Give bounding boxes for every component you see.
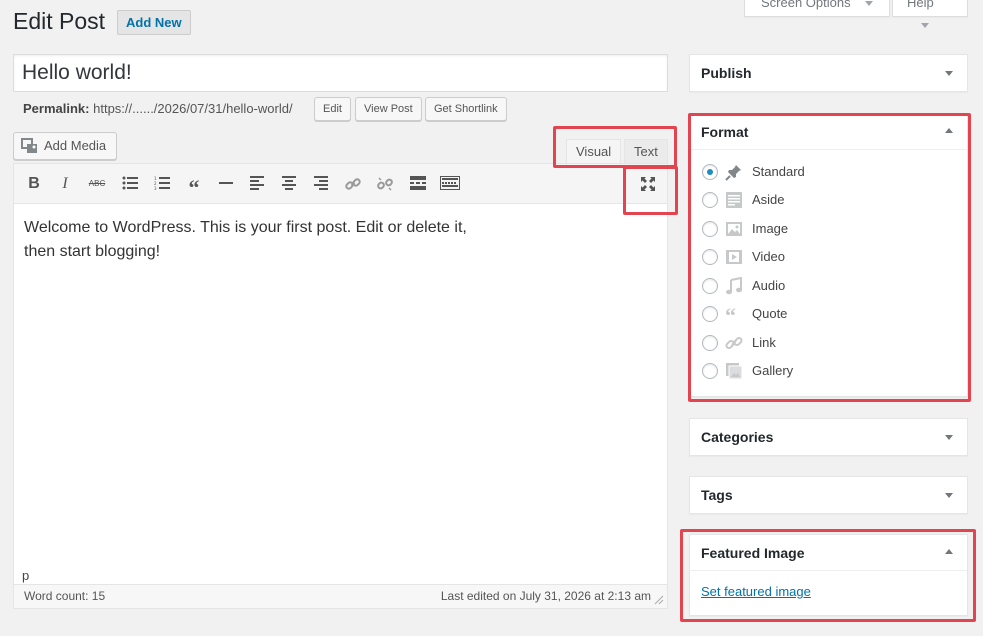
- last-edited: Last edited on July 31, 2026 at 2:13 am: [440, 589, 651, 603]
- format-label: Image: [752, 221, 789, 236]
- format-label: Aside: [752, 192, 785, 207]
- publish-heading[interactable]: Publish: [690, 55, 967, 91]
- image-icon: [726, 222, 742, 236]
- unlink-icon[interactable]: [374, 173, 396, 195]
- add-media-icon: [21, 138, 37, 153]
- format-label: Standard: [752, 164, 805, 179]
- permalink: Permalink: https://....../2026/07/31/hel…: [23, 100, 293, 118]
- get-shortlink-button[interactable]: Get Shortlink: [425, 97, 507, 121]
- aside-icon: [726, 192, 742, 208]
- featured-image-box: Featured Image Set featured image: [689, 534, 968, 616]
- set-featured-image-label: Set featured image: [701, 584, 811, 599]
- post-title-input[interactable]: Hello world!: [13, 54, 668, 92]
- categories-box[interactable]: Categories: [689, 418, 968, 456]
- numbered-list-icon[interactable]: 123: [151, 173, 173, 195]
- radio-button[interactable]: [702, 306, 718, 322]
- radio-button[interactable]: [702, 249, 718, 265]
- align-right-icon[interactable]: [310, 173, 332, 195]
- format-label: Gallery: [752, 363, 794, 378]
- permalink-url[interactable]: https://....../2026/07/31/hello-world/: [93, 101, 292, 116]
- svg-text:“: “: [725, 305, 736, 323]
- content-line: then start blogging!: [24, 243, 161, 260]
- horizontal-line-icon[interactable]: [215, 173, 237, 195]
- svg-text:3: 3: [154, 186, 157, 190]
- format-title: Format: [701, 124, 749, 140]
- publish-title: Publish: [701, 65, 752, 81]
- format-heading[interactable]: Format: [690, 114, 967, 150]
- chevron-up-icon[interactable]: [945, 128, 953, 133]
- help-label: Help: [907, 0, 934, 10]
- view-post-button[interactable]: View Post: [355, 97, 422, 121]
- tags-heading[interactable]: Tags: [690, 477, 967, 513]
- add-new-button[interactable]: Add New: [117, 10, 191, 35]
- chevron-down-icon[interactable]: [945, 493, 953, 498]
- radio-button[interactable]: [702, 335, 718, 351]
- categories-heading[interactable]: Categories: [690, 419, 967, 455]
- bullet-list-icon[interactable]: [119, 173, 141, 195]
- set-featured-image-link[interactable]: Set featured image: [701, 584, 811, 599]
- chevron-down-icon: [921, 23, 929, 29]
- featured-image-heading[interactable]: Featured Image: [690, 535, 967, 571]
- format-label: Quote: [752, 306, 788, 321]
- toolbar-toggle-icon[interactable]: [438, 173, 462, 195]
- tags-box[interactable]: Tags: [689, 476, 968, 514]
- radio-button[interactable]: [702, 278, 718, 294]
- tags-title: Tags: [701, 487, 733, 503]
- add-media-button[interactable]: Add Media: [13, 132, 117, 160]
- format-box: Format Standard Aside Image Video Audio …: [689, 113, 968, 397]
- gallery-icon: [726, 363, 743, 380]
- italic-icon[interactable]: I: [54, 173, 76, 195]
- screen-options-tab[interactable]: Screen Options: [744, 0, 890, 17]
- element-path: p: [22, 568, 30, 583]
- permalink-label: Permalink:: [23, 101, 90, 116]
- fullscreen-icon[interactable]: [637, 173, 659, 195]
- bold-icon[interactable]: B: [23, 173, 45, 195]
- audio-icon: [726, 277, 742, 295]
- chevron-down-icon: [864, 1, 873, 7]
- format-label: Audio: [752, 278, 786, 293]
- tab-visual[interactable]: Visual: [566, 139, 622, 163]
- radio-button[interactable]: [702, 363, 718, 379]
- word-count: Word count: 15: [24, 589, 106, 603]
- blockquote-icon[interactable]: “: [183, 173, 205, 200]
- content-line: Welcome to WordPress. This is your first…: [24, 219, 467, 236]
- add-media-label: Add Media: [44, 138, 107, 153]
- help-tab[interactable]: Help: [892, 0, 968, 29]
- align-left-icon[interactable]: [246, 173, 268, 195]
- strikethrough-icon[interactable]: ABC: [86, 173, 108, 195]
- quote-icon: “: [725, 305, 736, 323]
- insert-link-icon[interactable]: [342, 173, 364, 195]
- chevron-up-icon[interactable]: [945, 549, 953, 554]
- radio-button[interactable]: [702, 221, 718, 237]
- read-more-icon[interactable]: [407, 173, 429, 195]
- video-icon: [726, 250, 742, 264]
- page-title: Edit Post: [13, 8, 106, 34]
- link-icon: [725, 336, 743, 350]
- resize-handle-icon[interactable]: [654, 595, 664, 605]
- align-center-icon[interactable]: [278, 173, 300, 195]
- publish-box[interactable]: Publish: [689, 54, 968, 92]
- screen-options-label: Screen Options: [761, 0, 851, 10]
- tab-text[interactable]: Text: [624, 139, 668, 163]
- editor-status-bar: Word count: 15 Last edited on July 31, 2…: [14, 584, 667, 608]
- format-label: Link: [752, 335, 776, 350]
- pushpin-icon: [725, 165, 741, 181]
- editor-content[interactable]: Welcome to WordPress. This is your first…: [24, 216, 467, 264]
- editor-toolbar: B I ABC 123 “: [14, 164, 667, 204]
- post-editor[interactable]: B I ABC 123 “ Welcome to WordPress. This…: [13, 163, 668, 609]
- radio-button[interactable]: [702, 192, 718, 208]
- categories-title: Categories: [701, 429, 774, 445]
- chevron-down-icon[interactable]: [945, 71, 953, 76]
- radio-button[interactable]: [702, 164, 718, 180]
- chevron-down-icon[interactable]: [945, 435, 953, 440]
- edit-permalink-button[interactable]: Edit: [314, 97, 351, 121]
- format-label: Video: [752, 249, 786, 264]
- featured-image-title: Featured Image: [701, 545, 805, 561]
